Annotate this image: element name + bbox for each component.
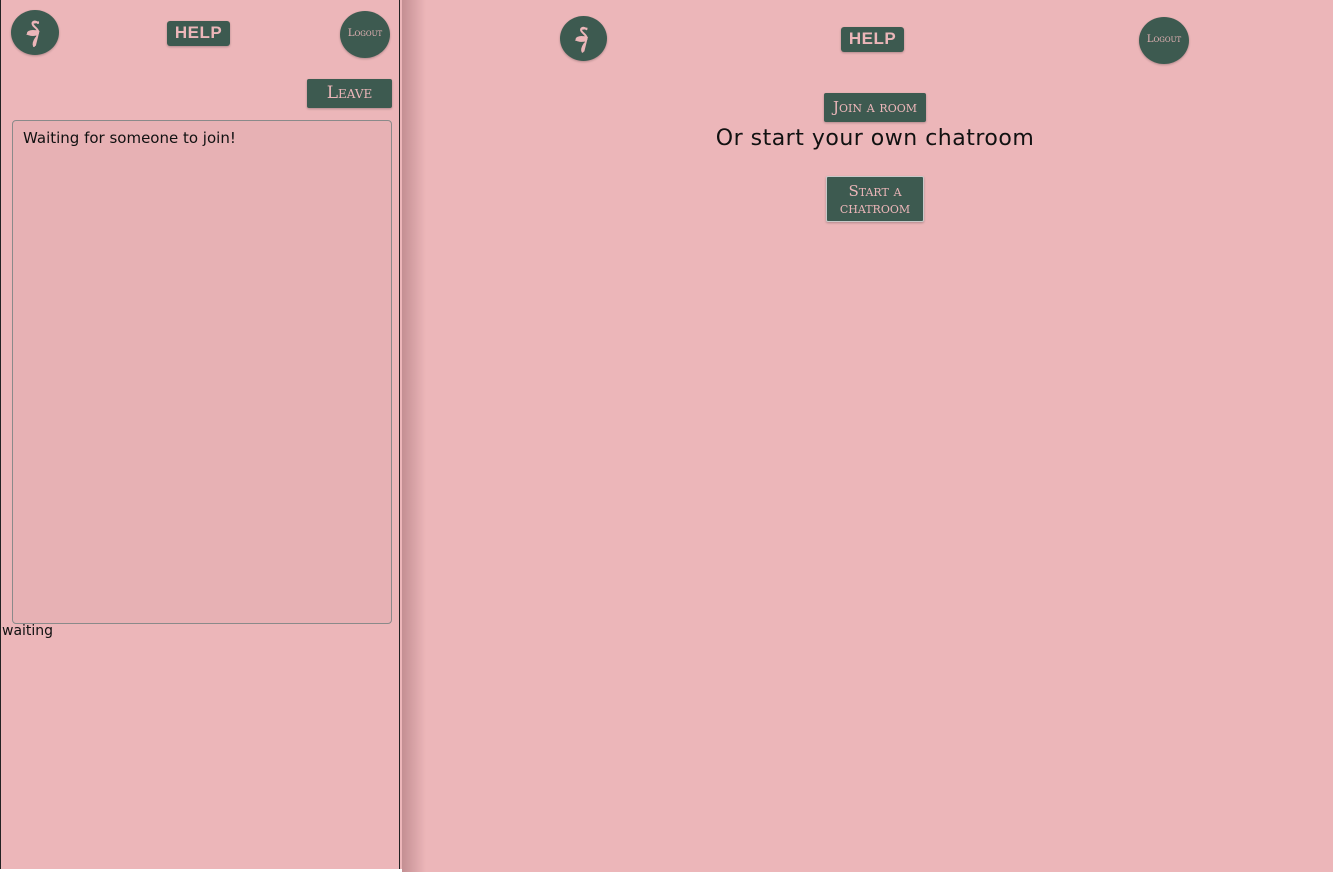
connection-status: waiting xyxy=(2,623,54,639)
home-logo-button[interactable] xyxy=(11,10,59,55)
home-logo-button[interactable] xyxy=(560,16,607,61)
help-button[interactable]: HELP xyxy=(167,21,230,46)
pane-divider xyxy=(402,0,426,872)
logout-button[interactable]: Logout xyxy=(1139,17,1189,64)
logout-button[interactable]: Logout xyxy=(340,11,390,58)
leave-button[interactable]: Leave xyxy=(307,79,392,108)
join-room-button[interactable]: Join a room xyxy=(824,93,926,122)
flamingo-icon xyxy=(574,26,589,53)
chat-message: Waiting for someone to join! xyxy=(23,129,236,147)
start-chatroom-button[interactable]: Start a chatroom xyxy=(826,176,924,222)
help-button[interactable]: HELP xyxy=(841,27,904,52)
chat-messages-box: Waiting for someone to join! xyxy=(12,120,392,624)
right-pane: HELP Logout Join a room Or start your ow… xyxy=(402,0,1333,872)
left-pane: HELP Logout Leave Waiting for someone to… xyxy=(0,0,400,869)
flamingo-icon xyxy=(26,20,40,47)
start-own-heading: Or start your own chatroom xyxy=(715,126,1035,151)
